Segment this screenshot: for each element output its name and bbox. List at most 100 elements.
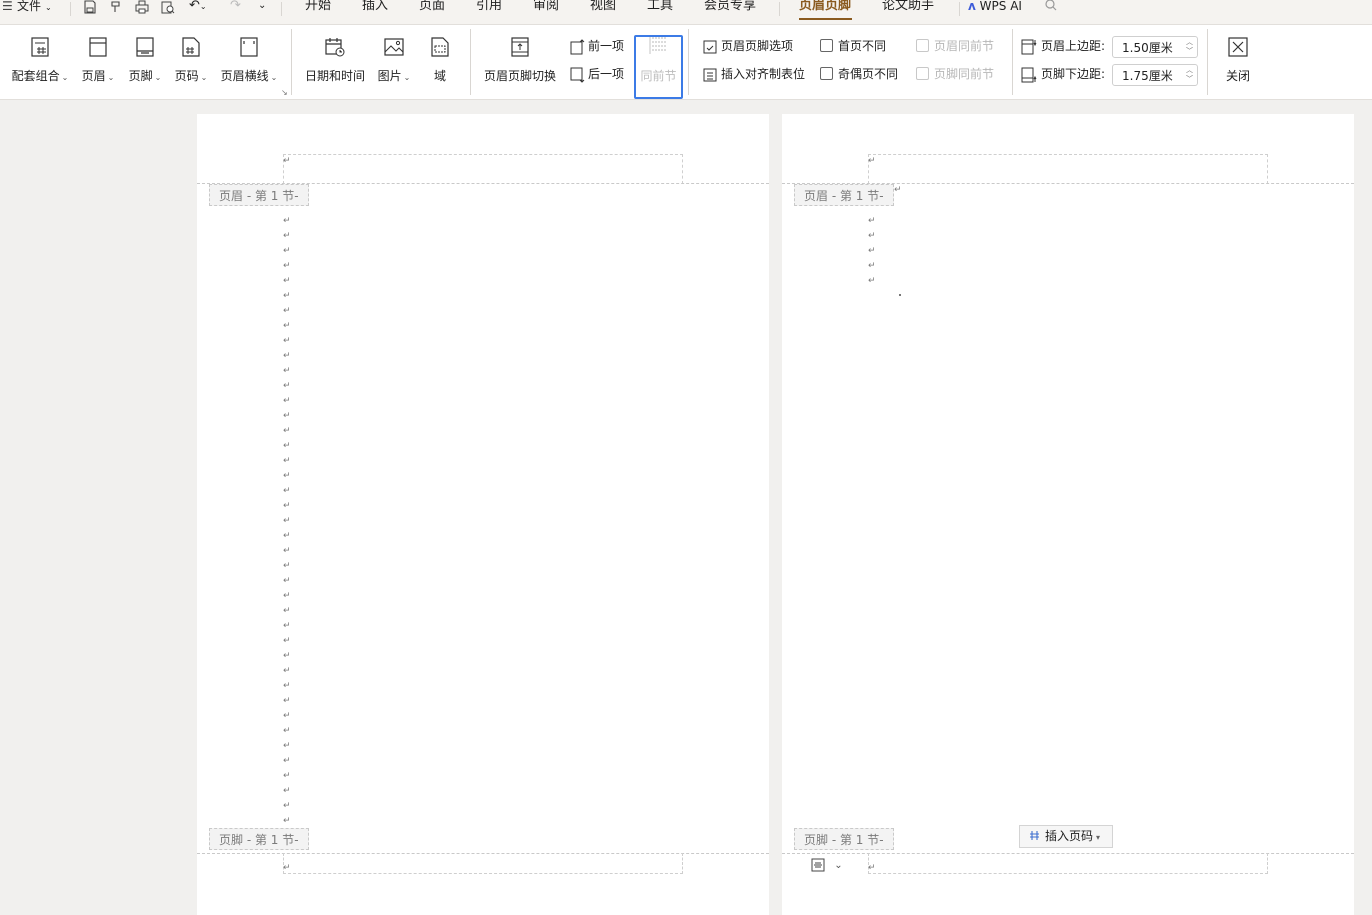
paragraph-mark: ↵ xyxy=(283,306,291,316)
close-icon xyxy=(1228,37,1248,57)
paragraph-mark: ↵ xyxy=(283,666,291,676)
checkbox-icon xyxy=(820,67,833,80)
paragraph-mark: ↵ xyxy=(283,531,291,541)
header-margin-icon xyxy=(1021,39,1037,54)
paragraph-mark: ↵ xyxy=(283,621,291,631)
footer-button[interactable]: 页脚 ⌄ xyxy=(124,25,166,99)
header-section-label: 页眉 - 第 1 节- xyxy=(794,184,894,206)
ribbon-divider xyxy=(291,29,292,95)
combo-icon xyxy=(31,37,49,57)
header-footer-ribbon: 配套组合 ⌄ 页眉 ⌄ 页脚 ⌄ 页码 ⌄ 页眉横线 ⌄ ↘ 日期和时间 图片 ⌄ 域 页眉… xyxy=(0,25,1372,100)
active-tab-indicator xyxy=(799,18,852,20)
redo-icon[interactable]: ↷ xyxy=(230,0,241,16)
tabbar-divider xyxy=(281,2,282,16)
ribbon-divider xyxy=(1207,29,1208,95)
paragraph-mark: ↵ xyxy=(283,441,291,451)
spinner-arrows-icon[interactable]: ︿ ﹀ xyxy=(1186,38,1193,56)
header-content-area[interactable] xyxy=(868,154,1268,184)
print-icon[interactable] xyxy=(135,0,149,14)
paragraph-mark: ↵ xyxy=(283,561,291,571)
footer-section-label: 页脚 - 第 1 节- xyxy=(794,828,894,850)
tab-thesis-assistant[interactable]: 论文助手 xyxy=(882,0,934,16)
date-time-button[interactable]: 日期和时间 xyxy=(302,25,368,99)
header-same-as-previous-checkbox[interactable]: 页眉同前节 xyxy=(916,36,994,56)
tab-header-footer[interactable]: 页眉页脚 xyxy=(799,0,851,16)
close-header-footer-button[interactable]: 关闭 xyxy=(1220,25,1256,99)
header-button[interactable]: 页眉 ⌄ xyxy=(78,25,118,99)
spinner-arrows-icon[interactable]: ︿ ﹀ xyxy=(1186,66,1193,84)
page-number-button[interactable]: 页码 ⌄ xyxy=(170,25,212,99)
options-icon xyxy=(703,40,717,53)
header-line-button[interactable]: 页眉横线 ⌄ xyxy=(217,25,281,99)
checkbox-icon xyxy=(916,67,929,80)
footer-content-area[interactable] xyxy=(868,853,1268,874)
tab-review[interactable]: 审阅 xyxy=(533,0,559,16)
footer-icon xyxy=(136,37,154,57)
undo-icon[interactable]: ↶⌄ xyxy=(189,0,207,17)
combo-button[interactable]: 配套组合 ⌄ xyxy=(8,25,72,99)
header-footer-options-button[interactable]: 页眉页脚选项 xyxy=(702,36,793,56)
header-line-icon xyxy=(240,37,258,57)
prev-item-icon xyxy=(570,38,585,54)
paragraph-mark: ↵ xyxy=(283,351,291,361)
paragraph-mark: ↵ xyxy=(868,231,876,241)
save-icon[interactable] xyxy=(83,0,97,14)
prev-item-button[interactable]: 前一项 xyxy=(569,36,624,56)
footer-section-label: 页脚 - 第 1 节- xyxy=(209,828,309,850)
footer-align-button[interactable]: ⌄ xyxy=(811,858,849,878)
paragraph-mark: ↵ xyxy=(283,216,291,226)
paragraph-mark: ↵ xyxy=(283,756,291,766)
paragraph-mark: ↵ xyxy=(894,185,902,195)
header-footer-switch-button[interactable]: 页眉页脚切换 xyxy=(482,25,558,99)
tabbar-divider xyxy=(70,2,71,16)
align-tab-icon xyxy=(703,68,717,81)
tab-member[interactable]: 会员专享 xyxy=(704,0,756,16)
footer-same-as-previous-checkbox[interactable]: 页脚同前节 xyxy=(916,64,994,84)
quick-access-more-icon[interactable]: ⌄ xyxy=(258,0,266,16)
next-item-icon xyxy=(570,67,585,83)
footer-bottom-margin-input[interactable]: 1.75厘米 ︿ ﹀ xyxy=(1112,64,1198,86)
footer-content-area[interactable] xyxy=(283,853,683,874)
tab-start[interactable]: 开始 xyxy=(305,0,331,16)
paragraph-mark: ↵ xyxy=(868,863,876,873)
paragraph-mark: ↵ xyxy=(283,651,291,661)
paragraph-mark: ↵ xyxy=(868,276,876,286)
print-preview-icon[interactable] xyxy=(161,0,175,14)
tab-view[interactable]: 视图 xyxy=(590,0,616,16)
file-menu[interactable]: 文件 ⌄ xyxy=(17,0,52,18)
ribbon-divider xyxy=(470,29,471,95)
align-center-icon xyxy=(811,858,825,872)
header-content-area[interactable] xyxy=(283,154,683,184)
paragraph-mark: ↵ xyxy=(283,261,291,271)
paragraph-mark: ↵ xyxy=(283,276,291,286)
hamburger-icon[interactable]: ☰ xyxy=(2,0,13,16)
next-item-button[interactable]: 后一项 xyxy=(569,64,624,84)
paragraph-mark: ↵ xyxy=(283,711,291,721)
paragraph-mark: ↵ xyxy=(283,726,291,736)
paragraph-mark: ↵ xyxy=(283,636,291,646)
paragraph-mark: ↵ xyxy=(283,426,291,436)
paragraph-mark: ↵ xyxy=(283,291,291,301)
tab-page[interactable]: 页面 xyxy=(419,0,445,16)
first-page-different-checkbox[interactable]: 首页不同 xyxy=(820,36,886,56)
ribbon-divider xyxy=(688,29,689,95)
paragraph-mark: ↵ xyxy=(283,396,291,406)
search-icon[interactable] xyxy=(1044,0,1058,12)
tab-insert[interactable]: 插入 xyxy=(362,0,388,16)
page-number-icon xyxy=(182,37,200,57)
insert-page-number-button[interactable]: 插入页码 ▾ xyxy=(1019,825,1113,848)
selection-highlight xyxy=(634,35,683,99)
tab-tools[interactable]: 工具 xyxy=(647,0,673,16)
paragraph-mark: ↵ xyxy=(283,456,291,466)
insert-align-tab-button[interactable]: 插入对齐制表位 xyxy=(702,64,805,84)
paragraph-mark: ↵ xyxy=(868,261,876,271)
tab-reference[interactable]: 引用 xyxy=(476,0,502,16)
picture-button[interactable]: 图片 ⌄ xyxy=(373,25,415,99)
paragraph-mark: ↵ xyxy=(283,486,291,496)
field-button[interactable]: 域 xyxy=(425,25,455,99)
dialog-launcher-icon[interactable]: ↘ xyxy=(281,88,288,97)
wps-ai-button[interactable]: ʌ WPS AI xyxy=(968,0,1022,16)
odd-even-different-checkbox[interactable]: 奇偶页不同 xyxy=(820,64,898,84)
header-top-margin-input[interactable]: 1.50厘米 ︿ ﹀ xyxy=(1112,36,1198,58)
format-brush-icon[interactable] xyxy=(109,0,123,14)
